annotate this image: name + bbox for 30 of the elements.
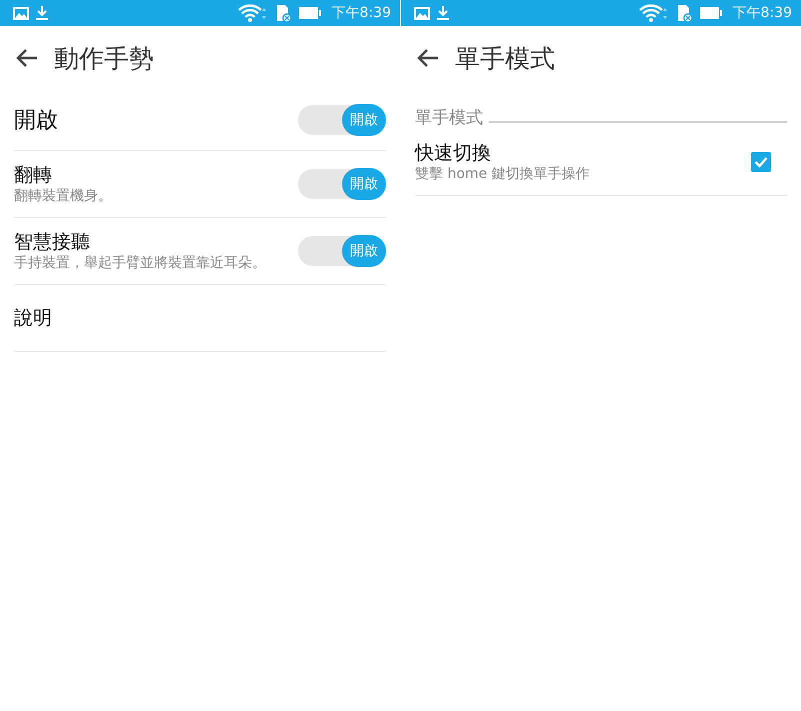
page-title: 動作手勢 [54,42,154,74]
status-time: 下午8:39 [732,4,792,22]
download-icon [436,5,450,21]
setting-title: 翻轉 [14,163,53,188]
wifi-icon [238,4,268,22]
toggle-switch[interactable]: 開啟 [298,236,386,266]
switch-label: 開啟 [342,168,386,200]
setting-title: 快速切換 [415,141,492,166]
status-time: 下午8:39 [332,4,391,22]
section-header: 單手模式 [415,107,483,129]
setting-title: 說明 [14,306,53,331]
switch-label: 開啟 [342,104,386,136]
back-arrow-icon[interactable] [16,48,38,68]
image-icon [13,6,29,20]
battery-icon [298,6,322,20]
setting-title: 智慧接聽 [14,230,91,255]
back-arrow-icon[interactable] [417,48,439,68]
wifi-icon [638,4,669,22]
page-title: 單手模式 [455,42,555,74]
checkbox[interactable] [751,152,771,172]
switch-label: 開啟 [342,235,386,267]
setting-description: 雙擊 home 鍵切換單手操作 [415,166,591,184]
toggle-switch[interactable]: 開啟 [298,105,386,135]
toggle-switch[interactable]: 開啟 [298,169,386,199]
setting-title: 開啟 [14,107,59,135]
download-icon [35,5,49,21]
image-icon [414,6,430,20]
setting-description: 翻轉裝置機身。 [14,188,113,206]
battery-icon [698,6,723,20]
setting-description: 手持裝置，舉起手臂並將裝置靠近耳朵。 [14,255,267,273]
